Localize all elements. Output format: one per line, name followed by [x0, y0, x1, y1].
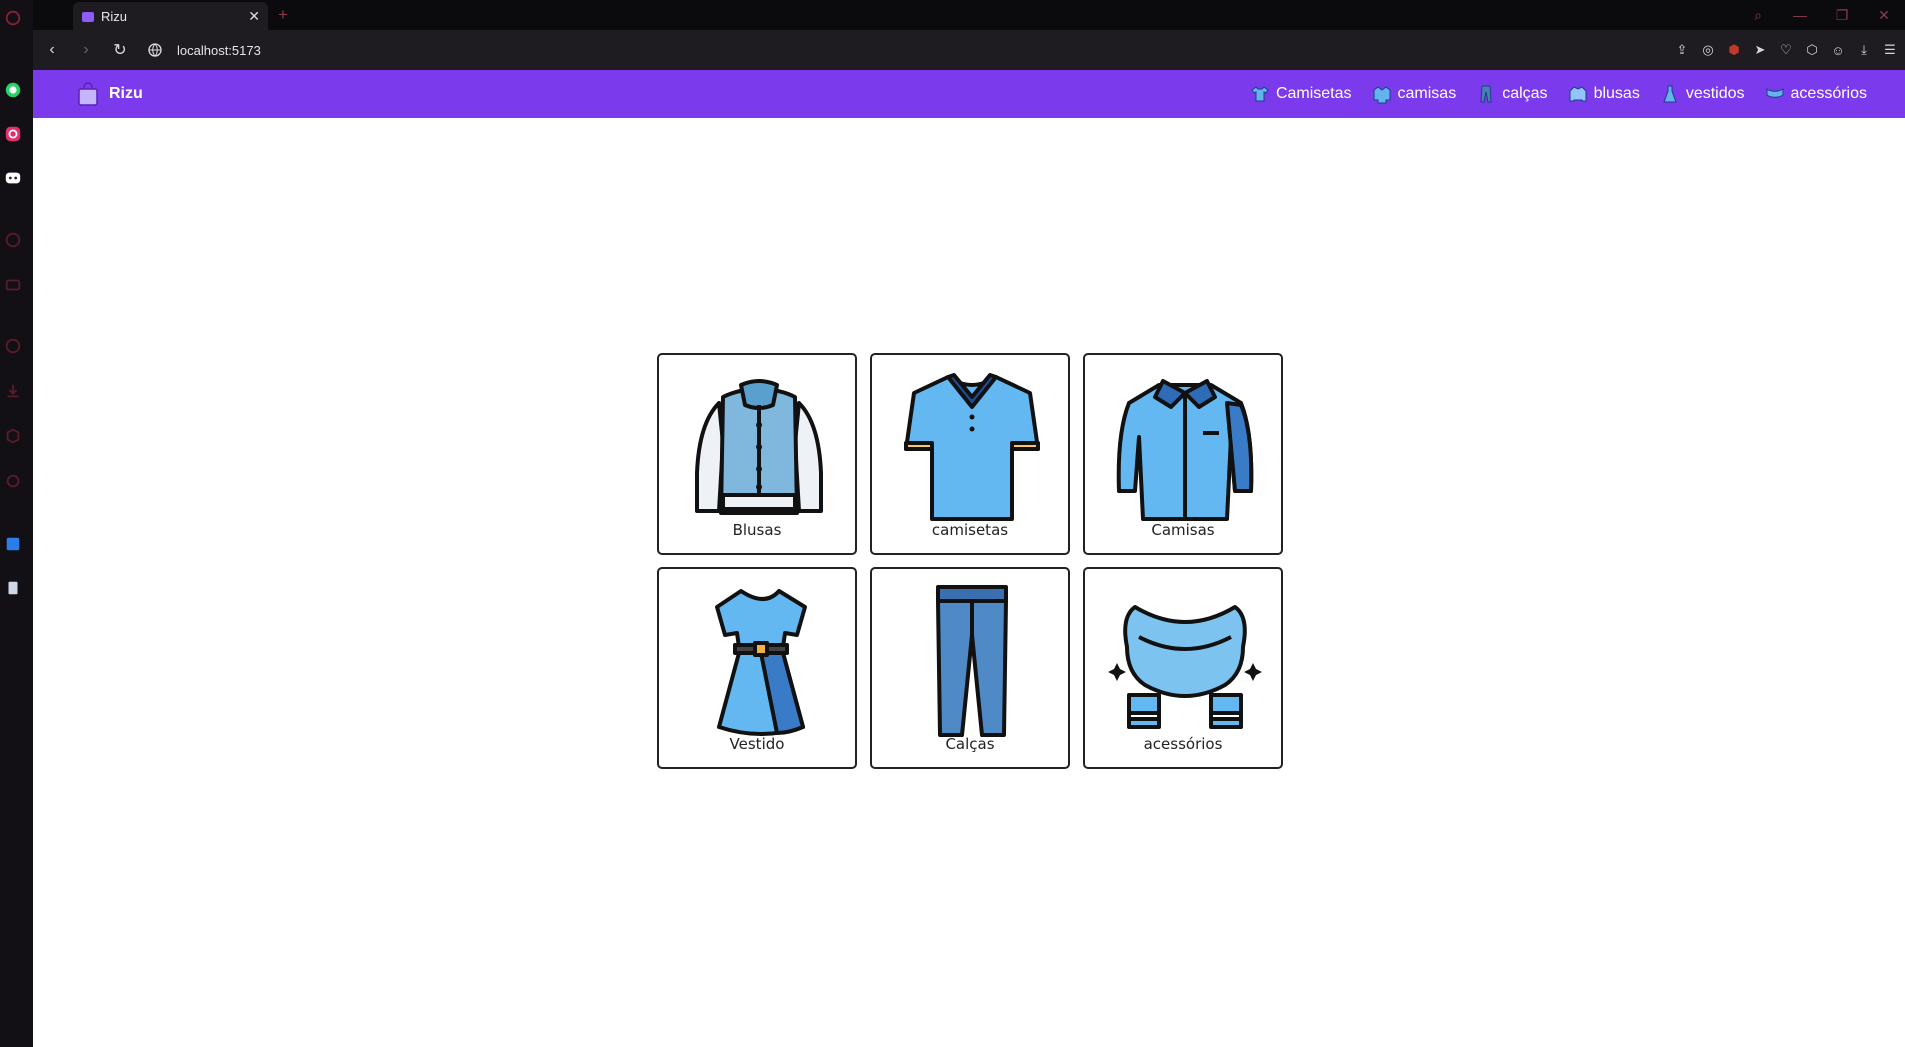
docs-icon[interactable] — [3, 578, 23, 598]
page-content: Rizu Camisetas camisas calças blusas ves… — [33, 70, 1905, 1047]
url-text: localhost:5173 — [177, 42, 261, 58]
wallet-icon[interactable] — [3, 275, 23, 295]
nav-link-blusas[interactable]: blusas — [1568, 84, 1640, 104]
nav-label: acessórios — [1790, 85, 1867, 102]
category-card-camisetas[interactable]: camisetas — [870, 353, 1070, 555]
browser-sidebar — [0, 0, 33, 1047]
nav-link-vestidos[interactable]: vestidos — [1660, 84, 1745, 104]
category-label: Vestido — [729, 735, 785, 753]
scarf-icon — [1108, 605, 1262, 729]
minimize-icon[interactable]: — — [1779, 0, 1821, 30]
tab-close-icon[interactable]: ✕ — [248, 8, 260, 25]
dress-icon — [715, 589, 807, 736]
download-icon[interactable]: ⤓ — [1853, 39, 1875, 61]
nav-label: vestidos — [1685, 85, 1745, 102]
maximize-icon[interactable]: ❐ — [1821, 0, 1863, 30]
shirt-icon — [1373, 86, 1391, 104]
translate-icon[interactable] — [3, 534, 23, 554]
reload-button[interactable]: ↻ — [105, 35, 135, 65]
history-icon[interactable] — [3, 336, 23, 356]
nav-link-camisetas[interactable]: Camisetas — [1250, 84, 1352, 104]
cube-icon[interactable]: ⬡ — [1801, 39, 1823, 61]
nav-label: blusas — [1593, 85, 1640, 102]
dress-icon — [1663, 85, 1677, 103]
jeans-icon — [936, 585, 1008, 737]
scarf-icon — [1766, 88, 1784, 98]
nav-label: camisas — [1397, 85, 1457, 102]
pants-icon — [1480, 85, 1492, 103]
polo-shirt-icon — [904, 373, 1040, 521]
category-card-blusas[interactable]: Blusas — [657, 353, 857, 555]
category-label: acessórios — [1143, 735, 1223, 753]
menu-icon[interactable]: ☰ — [1879, 39, 1901, 61]
category-label: camisetas — [931, 521, 1009, 539]
forward-button[interactable]: › — [71, 35, 101, 65]
share-icon[interactable]: ⇪ — [1671, 39, 1693, 61]
jacket-icon — [1569, 86, 1587, 102]
globe-icon — [148, 43, 162, 57]
category-label: Camisas — [1151, 521, 1215, 539]
tab-title: Rizu — [101, 8, 128, 24]
extensions-icon[interactable] — [3, 426, 23, 446]
brand[interactable]: Rizu — [75, 81, 143, 107]
tab-strip: Rizu ✕ + ⌕ — ❐ ✕ — [33, 0, 1905, 30]
category-label: Blusas — [732, 521, 782, 539]
profile-icon[interactable]: ☺ — [1827, 39, 1849, 61]
shopping-bag-icon — [78, 82, 98, 106]
category-card-calcas[interactable]: Calças — [870, 567, 1070, 769]
opera-logo-icon[interactable] — [3, 8, 23, 28]
category-card-acessorios[interactable]: acessórios — [1083, 567, 1283, 769]
shirt-icon — [1116, 379, 1254, 521]
settings-icon[interactable] — [3, 471, 23, 491]
nav-link-acessorios[interactable]: acessórios — [1765, 84, 1867, 104]
instagram-icon[interactable] — [3, 124, 23, 144]
tab-rizu[interactable]: Rizu ✕ — [73, 2, 268, 30]
adblock-icon[interactable]: ⬢ — [1723, 39, 1745, 61]
url-field[interactable]: localhost:5173 — [147, 42, 261, 58]
nav-link-calcas[interactable]: calças — [1476, 84, 1548, 104]
rizu-favicon-icon — [82, 12, 94, 22]
category-card-vestido[interactable]: Vestido — [657, 567, 857, 769]
nav-label: Camisetas — [1275, 85, 1352, 102]
main-nav: Camisetas camisas calças blusas vestidos… — [1250, 70, 1867, 118]
search-tabs-icon[interactable]: ⌕ — [1737, 0, 1779, 30]
discord-icon[interactable] — [3, 168, 23, 188]
tshirt-icon — [1251, 86, 1269, 102]
category-grid: Blusas camisetas Camisas Vestido Calças … — [657, 353, 1283, 769]
player-icon[interactable] — [3, 230, 23, 250]
nav-link-camisas[interactable]: camisas — [1372, 84, 1457, 104]
send-icon[interactable]: ➤ — [1749, 39, 1771, 61]
back-button[interactable]: ‹ — [37, 35, 67, 65]
new-tab-button[interactable]: + — [278, 5, 288, 25]
downloads-icon[interactable] — [3, 381, 23, 401]
brand-name: Rizu — [109, 85, 143, 102]
address-bar: ‹ › ↻ localhost:5173 ⇪ ◎ ⬢ ➤ ♡ ⬡ ☺ ⤓ ☰ — [33, 30, 1905, 70]
category-label: Calças — [945, 735, 995, 753]
whatsapp-icon[interactable] — [3, 80, 23, 100]
site-header: Rizu Camisetas camisas calças blusas ves… — [33, 70, 1905, 118]
nav-label: calças — [1502, 85, 1548, 102]
camera-icon[interactable]: ◎ — [1697, 39, 1719, 61]
heart-icon[interactable]: ♡ — [1775, 39, 1797, 61]
category-card-camisas[interactable]: Camisas — [1083, 353, 1283, 555]
jacket-icon — [695, 379, 823, 515]
close-window-icon[interactable]: ✕ — [1863, 0, 1905, 30]
